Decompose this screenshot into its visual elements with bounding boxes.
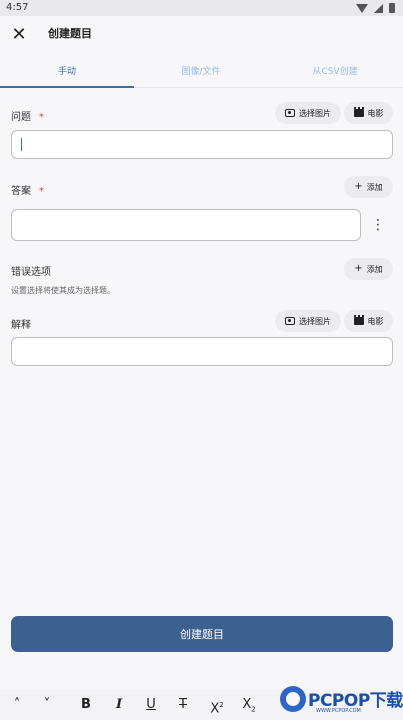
answer-add-label: 添加 [366, 182, 383, 192]
subscript-mark: 2 [251, 705, 256, 714]
tab-image-file[interactable]: 图像/文件 [134, 64, 268, 77]
explanation-video-button[interactable]: 电影 [344, 310, 393, 332]
plus-icon: + [354, 181, 363, 192]
watermark-logo-icon [280, 686, 306, 712]
wifi-icon [356, 3, 368, 13]
watermark: PCPOP下载 WWW.PCPOP.COM [280, 684, 403, 720]
wrong-options-add-button[interactable]: + 添加 [344, 258, 393, 280]
question-required-mark: * [39, 112, 44, 123]
create-question-button[interactable]: 创建题目 [11, 616, 393, 652]
question-video-label: 电影 [367, 108, 384, 118]
battery-icon [389, 3, 395, 13]
chevron-down-icon[interactable]: ˅ [38, 696, 56, 714]
strikethrough-button[interactable]: T [174, 696, 192, 714]
subscript-button[interactable]: X2 [240, 696, 258, 719]
clapperboard-icon [353, 107, 364, 117]
question-label-text: 问题 [11, 112, 31, 123]
bold-button[interactable]: B [77, 696, 95, 714]
superscript-glyph: X [210, 701, 220, 717]
status-bar: 4:57 [0, 0, 403, 16]
answer-add-button[interactable]: + 添加 [344, 176, 393, 198]
close-icon[interactable]: ✕ [8, 24, 30, 46]
wrong-options-add-label: 添加 [366, 264, 383, 274]
app-bar: ✕ 创建题目 [0, 16, 403, 52]
camera-icon [285, 317, 295, 325]
superscript-button[interactable]: X2 [208, 696, 226, 718]
camera-icon [285, 109, 295, 117]
tab-manual[interactable]: 手动 [0, 64, 134, 77]
signal-icon [374, 3, 383, 13]
subscript-glyph: X [242, 697, 252, 712]
answer-label: 答案 * [11, 182, 44, 197]
plus-icon: + [354, 263, 363, 274]
wrong-options-hint: 设置选择将使其成为选择题。 [11, 286, 115, 295]
underline-button[interactable]: U [142, 696, 160, 714]
answer-input[interactable] [11, 209, 361, 241]
page-title: 创建题目 [48, 27, 92, 40]
status-time: 4:57 [6, 2, 29, 13]
question-input[interactable] [11, 130, 393, 159]
question-video-button[interactable]: 电影 [344, 102, 393, 124]
active-tab-indicator [0, 86, 134, 88]
superscript-mark: 2 [219, 701, 224, 709]
explanation-video-label: 电影 [367, 316, 384, 326]
question-input-field[interactable] [20, 131, 384, 158]
tab-bar: 手动 图像/文件 从CSV创建 [0, 56, 403, 88]
answer-input-field[interactable] [20, 210, 352, 240]
answer-label-text: 答案 [11, 186, 31, 197]
status-icons [356, 3, 395, 13]
explanation-label: 解释 [11, 320, 31, 331]
chevron-up-icon[interactable]: ˄ [8, 696, 26, 714]
explanation-select-image-button[interactable]: 选择图片 [275, 310, 341, 332]
tab-from-csv[interactable]: 从CSV创建 [268, 64, 402, 77]
watermark-subtext: WWW.PCPOP.COM [316, 708, 361, 714]
italic-button[interactable]: I [110, 696, 128, 714]
explanation-input[interactable] [11, 337, 393, 366]
text-cursor [21, 138, 22, 151]
wrong-options-label: 错误选项 [11, 267, 51, 278]
question-select-image-label: 选择图片 [299, 108, 331, 118]
explanation-select-image-label: 选择图片 [299, 316, 331, 326]
clapperboard-icon [353, 315, 364, 325]
more-vert-icon[interactable]: ⋮ [370, 217, 386, 233]
explanation-input-field[interactable] [20, 338, 384, 365]
question-label: 问题 * [11, 108, 44, 123]
answer-required-mark: * [39, 186, 44, 197]
question-select-image-button[interactable]: 选择图片 [275, 102, 341, 124]
